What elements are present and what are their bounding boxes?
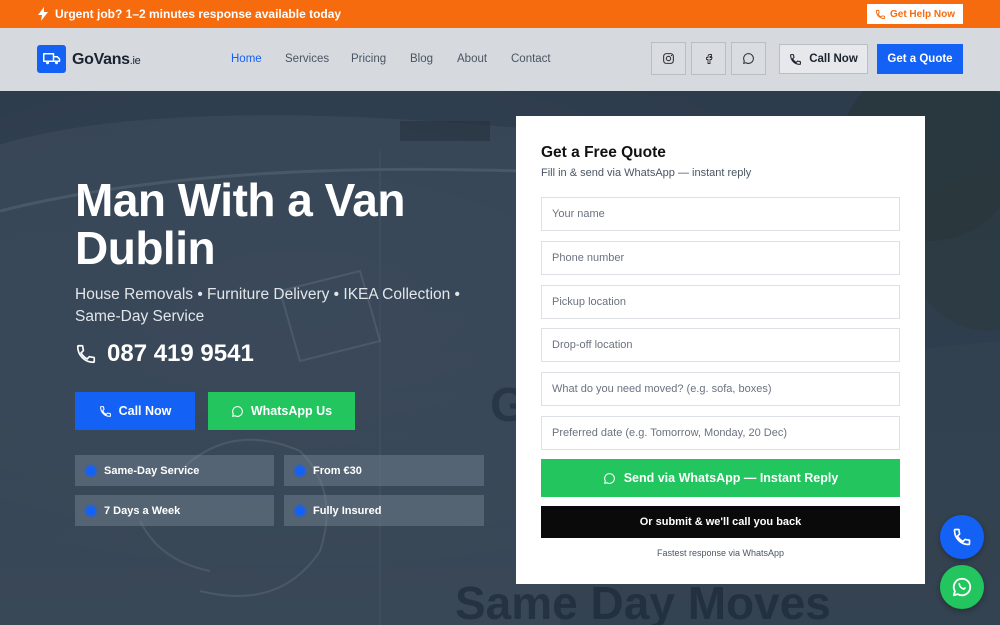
whatsapp-submit-label: Send via WhatsApp — Instant Reply (623, 471, 839, 485)
hero-phone-number: 087 419 9541 (107, 340, 254, 367)
feature-label: Same-Day Service (104, 464, 200, 477)
hero-whatsapp-button[interactable]: WhatsApp Us (208, 392, 355, 430)
check-icon (295, 465, 305, 476)
callback-submit-label: Or submit & we'll call you back (639, 516, 802, 528)
facebook-icon (705, 54, 713, 64)
phone-icon (953, 528, 971, 546)
date-input[interactable] (541, 416, 900, 450)
nav-contact[interactable]: Contact (511, 53, 551, 65)
hero-whatsapp-label: WhatsApp Us (250, 404, 333, 418)
feature-price: From €30 (284, 455, 484, 486)
logo-text[interactable]: GoVans.ie (72, 51, 141, 69)
hero-title-line2: Dublin (75, 222, 216, 274)
header-call-label: Call Now (809, 53, 858, 65)
check-icon (295, 505, 305, 516)
hero-section: Same Day Moves G Man With a Van Dublin H… (0, 91, 1000, 625)
feature-insured: Fully Insured (284, 495, 484, 526)
get-help-button[interactable]: Get Help Now (867, 4, 963, 24)
header-quote-button[interactable]: Get a Quote (877, 44, 963, 74)
whatsapp-icon (231, 405, 243, 417)
whatsapp-submit-button[interactable]: Send via WhatsApp — Instant Reply (541, 459, 900, 497)
site-header: GoVans.ie Home Services Pricing Blog Abo… (0, 28, 1000, 91)
hero-title-line1: Man With a Van (75, 174, 405, 226)
quote-form-card: Get a Free Quote Fill in & send via What… (516, 116, 925, 584)
quote-form-note: Fastest response via WhatsApp (656, 548, 785, 558)
nav-blog[interactable]: Blog (410, 53, 433, 65)
nav-about[interactable]: About (457, 53, 487, 65)
check-icon (86, 465, 96, 476)
phone-icon (875, 9, 886, 19)
bolt-icon (38, 7, 48, 21)
header-quote-label: Get a Quote (887, 53, 953, 65)
feature-seven-days: 7 Days a Week (75, 495, 274, 526)
feature-label: From €30 (313, 464, 362, 477)
logo-name: GoVans (72, 51, 130, 68)
phone-input[interactable] (541, 241, 900, 275)
hero-title: Man With a Van Dublin (75, 176, 495, 272)
instagram-icon (663, 53, 674, 64)
top-banner: Urgent job? 1–2 minutes response availab… (0, 0, 1000, 28)
instagram-button[interactable] (651, 42, 686, 75)
hero-subtitle: House Removals • Furniture Delivery • IK… (75, 286, 460, 325)
whatsapp-icon (603, 472, 615, 484)
whatsapp-icon (952, 577, 972, 597)
whatsapp-icon (743, 53, 754, 64)
nav-home[interactable]: Home (231, 53, 262, 65)
facebook-button[interactable] (691, 42, 726, 75)
whatsapp-button[interactable] (731, 42, 766, 75)
feature-same-day: Same-Day Service (75, 455, 274, 486)
quote-form-subtitle: Fill in & send via WhatsApp — instant re… (541, 167, 752, 179)
callback-submit-button[interactable]: Or submit & we'll call you back (541, 506, 900, 538)
dropoff-input[interactable] (541, 328, 900, 362)
phone-icon (790, 53, 802, 65)
check-icon (86, 505, 96, 516)
urgent-message: Urgent job? 1–2 minutes response availab… (55, 7, 342, 21)
name-input[interactable] (541, 197, 900, 231)
nav-services[interactable]: Services (285, 53, 329, 65)
floating-call-button[interactable] (940, 515, 984, 559)
nav-pricing[interactable]: Pricing (351, 53, 386, 65)
hero-call-label: Call Now (118, 404, 172, 418)
floating-whatsapp-button[interactable] (940, 565, 984, 609)
header-call-button[interactable]: Call Now (779, 44, 868, 74)
phone-icon (99, 405, 111, 417)
items-input[interactable] (541, 372, 900, 406)
get-help-label: Get Help Now (889, 8, 955, 20)
phone-icon (76, 344, 96, 364)
feature-label: Fully Insured (313, 504, 382, 517)
van-icon (42, 53, 60, 65)
quote-form-title: Get a Free Quote (541, 144, 666, 161)
logo-mark[interactable] (37, 45, 66, 73)
feature-label: 7 Days a Week (104, 504, 181, 517)
hero-call-button[interactable]: Call Now (75, 392, 195, 430)
logo-tld: .ie (129, 55, 141, 67)
hero-phone[interactable]: 087 419 9541 (75, 340, 254, 368)
pickup-input[interactable] (541, 285, 900, 319)
